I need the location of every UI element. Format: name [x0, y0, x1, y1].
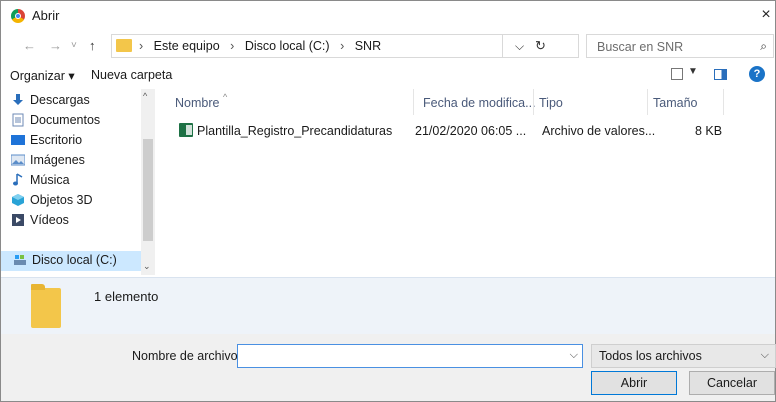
search-placeholder: Buscar en SNR — [597, 40, 684, 54]
folder-icon — [116, 39, 132, 52]
column-divider[interactable] — [647, 89, 648, 115]
sidebar-item-musica[interactable]: Música — [11, 171, 147, 191]
details-pane: 1 elemento — [1, 277, 775, 334]
sidebar-item-escritorio[interactable]: Escritorio — [11, 131, 147, 151]
desktop-icon — [11, 135, 25, 145]
filetype-select[interactable]: Todos los archivos ⌵ — [591, 344, 776, 368]
view-options-icon[interactable] — [671, 68, 683, 80]
table-row[interactable]: Plantilla_Registro_Precandidaturas 21/02… — [175, 121, 775, 141]
sidebar-item-documentos[interactable]: Documentos — [11, 111, 147, 131]
chrome-icon — [11, 9, 25, 23]
sidebar-item-label: Escritorio — [30, 133, 83, 147]
sidebar-item-imagenes[interactable]: Imágenes — [11, 151, 147, 171]
item-count: 1 elemento — [94, 289, 159, 304]
window-title: Abrir — [32, 8, 60, 23]
column-header-fecha[interactable]: Fecha de modifica... — [423, 96, 536, 110]
up-arrow-icon[interactable]: ↑ — [89, 38, 96, 53]
sidebar-item-label: Documentos — [30, 113, 101, 127]
navigation-pane: Descargas Documentos Escritorio Imágenes… — [1, 89, 155, 275]
download-icon — [13, 94, 23, 105]
drive-icon — [14, 255, 26, 265]
column-divider[interactable] — [723, 89, 724, 115]
dialog-footer: Nombre de archivo: ⌵ Todos los archivos … — [1, 334, 776, 401]
navigation-bar: ← → ˅ ↑ › Este equipo › Disco local (C:)… — [1, 31, 775, 61]
new-folder-button[interactable]: Nueva carpeta — [91, 68, 172, 82]
search-icon: ⌕ — [760, 39, 767, 53]
music-icon — [13, 173, 23, 186]
column-label: Nombre — [175, 96, 220, 110]
filename-label: Nombre de archivo: — [132, 349, 242, 363]
videos-icon — [12, 214, 24, 226]
search-input[interactable]: Buscar en SNR ⌕ — [586, 34, 774, 58]
sidebar-item-label: Vídeos — [30, 213, 69, 227]
breadcrumb-separator: › — [340, 39, 345, 53]
sidebar-item-label: Objetos 3D — [30, 193, 93, 207]
column-header-tipo[interactable]: Tipo — [539, 96, 563, 110]
folder-icon — [31, 284, 61, 328]
chevron-down-icon[interactable]: ▼ — [688, 66, 698, 77]
3d-objects-icon — [12, 194, 24, 206]
title-bar: Abrir × — [1, 1, 775, 31]
breadcrumb-este-equipo[interactable]: Este equipo — [154, 39, 220, 53]
refresh-icon[interactable]: ↻ — [535, 38, 546, 54]
scroll-down-icon[interactable]: ⌄ — [143, 261, 151, 272]
breadcrumb: › Este equipo › Disco local (C:) › SNR — [139, 39, 388, 53]
sidebar-item-objetos-3d[interactable]: Objetos 3D — [11, 191, 147, 211]
file-date: 21/02/2020 06:05 ... — [415, 124, 527, 138]
filetype-value: Todos los archivos — [599, 349, 702, 363]
sidebar-item-descargas[interactable]: Descargas — [11, 91, 147, 111]
open-file-dialog: Abrir × ← → ˅ ↑ › Este equipo › Disco lo… — [0, 0, 776, 402]
sidebar-item-label: Imágenes — [30, 153, 85, 167]
breadcrumb-snr[interactable]: SNR — [355, 39, 381, 53]
file-name: Plantilla_Registro_Precandidaturas — [197, 124, 393, 138]
chevron-down-icon: ⌵ — [760, 349, 769, 361]
breadcrumb-separator: › — [230, 39, 235, 53]
organize-button[interactable]: Organizar ▾ — [10, 68, 75, 83]
column-divider[interactable] — [533, 89, 534, 115]
address-tools: ⌵ ↻ — [503, 34, 579, 58]
filename-field[interactable]: ⌵ — [237, 344, 583, 368]
filename-input[interactable] — [242, 346, 566, 368]
forward-arrow-icon[interactable]: → — [49, 38, 62, 53]
sort-ascending-icon: ^ — [223, 92, 228, 102]
breadcrumb-disco-local[interactable]: Disco local (C:) — [245, 39, 330, 53]
file-type: Archivo de valores... — [542, 124, 656, 138]
sidebar-item-label: Disco local (C:) — [32, 253, 117, 267]
sidebar-item-videos[interactable]: Vídeos — [11, 211, 147, 231]
close-icon[interactable]: × — [757, 3, 775, 29]
file-list: ^ Nombre Fecha de modifica... Tipo Tamañ… — [161, 89, 775, 275]
preview-pane-icon[interactable] — [714, 69, 727, 80]
document-icon — [12, 113, 24, 127]
help-icon[interactable]: ? — [749, 66, 765, 82]
sidebar-item-disco-local[interactable]: Disco local (C:) — [1, 251, 147, 271]
images-icon — [11, 154, 25, 166]
column-header-tamano[interactable]: Tamaño — [653, 96, 697, 110]
file-size: 8 KB — [695, 124, 723, 138]
recent-locations-icon[interactable]: ˅ — [71, 40, 77, 51]
command-bar: Organizar ▾ Nueva carpeta ▼ ? — [1, 61, 775, 89]
column-header-nombre[interactable]: ^ Nombre — [175, 92, 227, 110]
sidebar-scrollbar[interactable]: ^ ⌄ — [141, 89, 155, 275]
column-divider[interactable] — [413, 89, 414, 115]
sidebar-item-label: Música — [30, 173, 70, 187]
open-button[interactable]: Abrir — [591, 371, 677, 395]
scrollbar-thumb[interactable] — [143, 139, 153, 241]
chevron-down-icon[interactable]: ⌵ — [570, 349, 578, 362]
excel-file-icon — [179, 123, 193, 137]
chevron-down-icon[interactable]: ⌵ — [515, 39, 524, 54]
back-arrow-icon[interactable]: ← — [23, 38, 36, 53]
sidebar-item-label: Descargas — [30, 93, 90, 107]
scroll-up-icon[interactable]: ^ — [143, 91, 147, 101]
address-bar[interactable]: › Este equipo › Disco local (C:) › SNR — [111, 34, 503, 58]
breadcrumb-separator: › — [139, 39, 144, 53]
cancel-button[interactable]: Cancelar — [689, 371, 775, 395]
